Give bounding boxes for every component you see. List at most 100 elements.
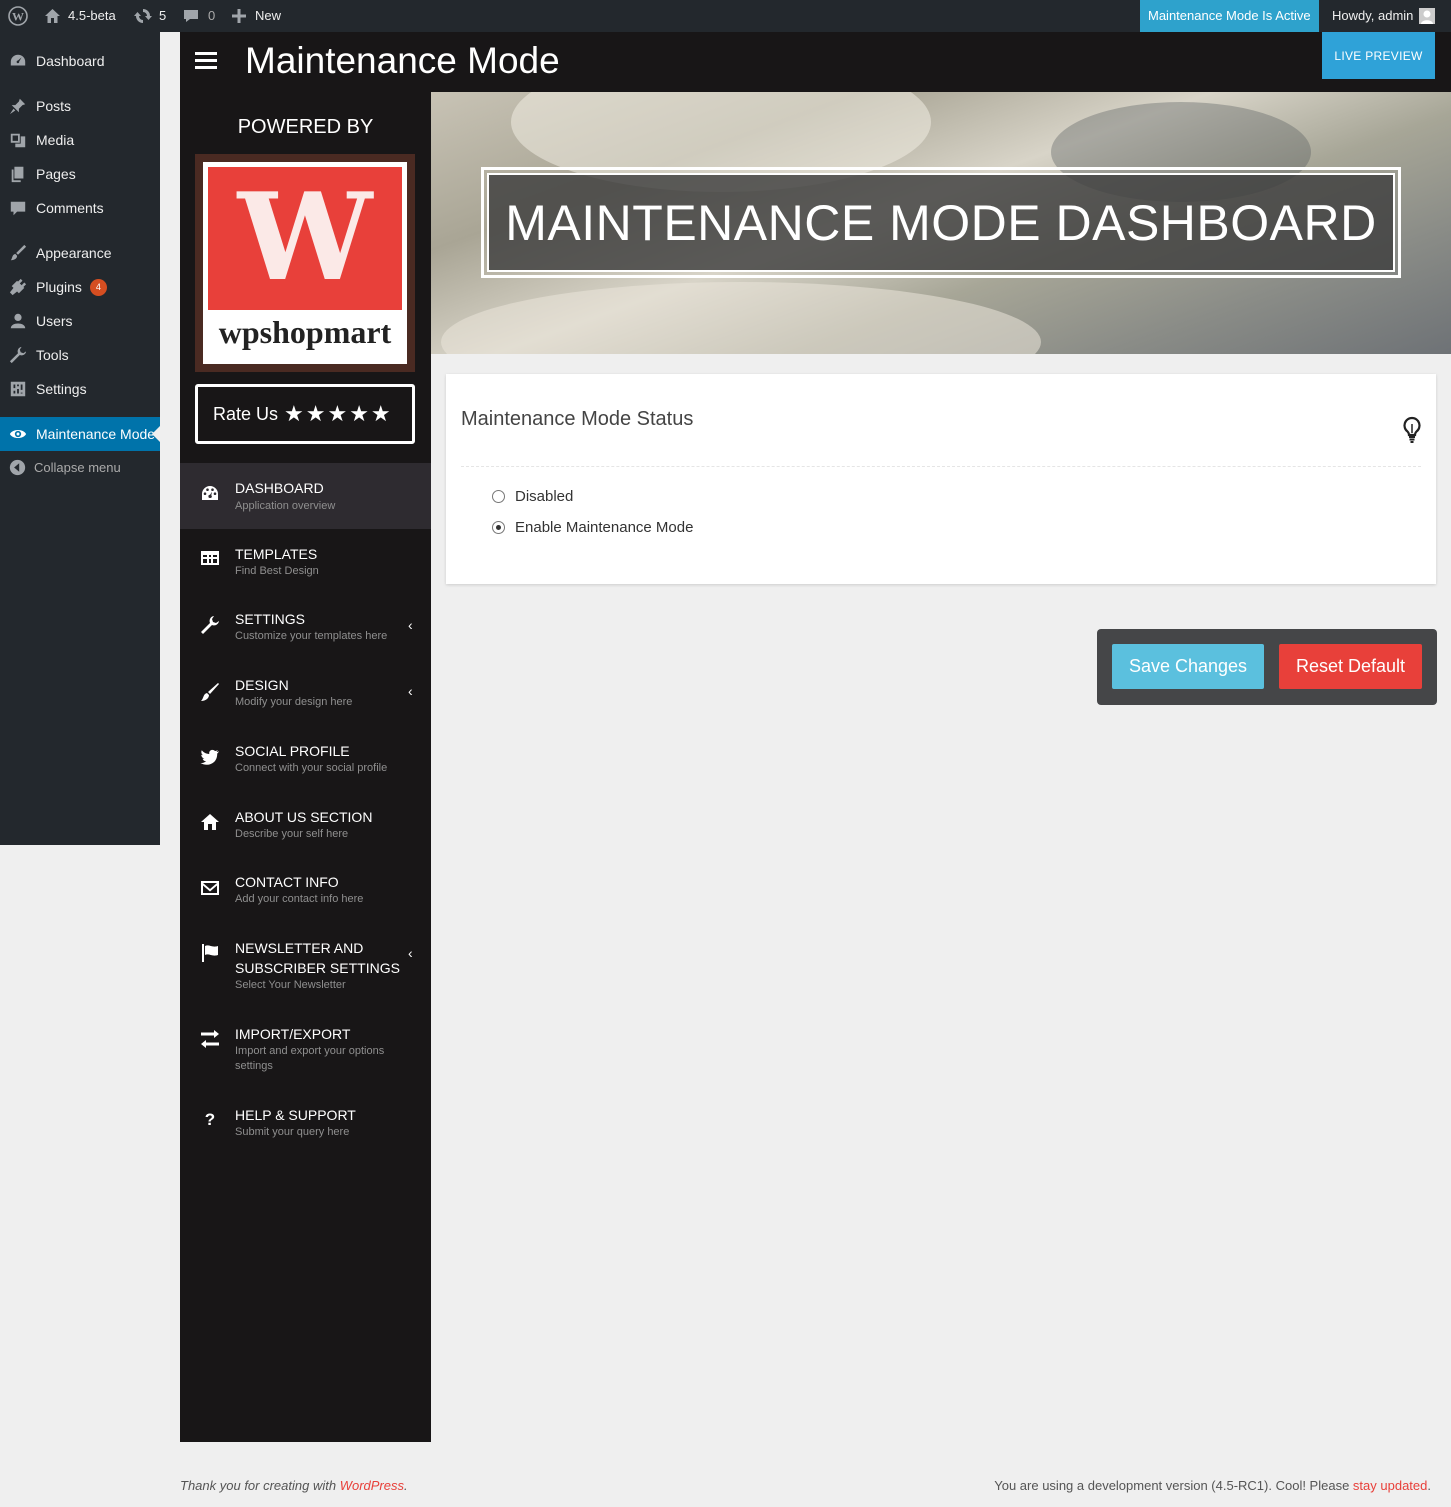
plugin-menu-title: CONTACT INFO xyxy=(235,874,339,890)
wp-menu-label: Pages xyxy=(36,166,76,182)
home-icon xyxy=(200,812,220,832)
wp-menu-label: Dashboard xyxy=(36,53,105,69)
plugin-menu-subtitle: Modify your design here xyxy=(235,696,353,708)
live-preview-button[interactable]: LIVE PREVIEW xyxy=(1322,32,1435,79)
footer-version-text: You are using a development version (4.5… xyxy=(994,1478,1353,1493)
wp-menu-label: Media xyxy=(36,132,75,148)
footer-version: You are using a development version (4.5… xyxy=(994,1478,1431,1493)
radio-button[interactable] xyxy=(492,490,505,503)
radio-label: Disabled xyxy=(515,488,574,505)
star-rating-icon: ★★★★★ xyxy=(284,401,393,426)
plugin-menu-subtitle: Describe your self here xyxy=(235,828,349,840)
plugin-menu-templates[interactable]: TEMPLATES Find Best Design xyxy=(180,529,431,595)
plugin-menu-title: SETTINGS xyxy=(235,611,306,627)
svg-text:W: W xyxy=(12,10,24,24)
hero-heading-box: MAINTENANCE MODE DASHBOARD xyxy=(481,167,1401,278)
rate-us-label: Rate Us xyxy=(213,403,279,424)
site-name-link[interactable]: 4.5-beta xyxy=(44,0,116,32)
wp-menu-item-media[interactable]: Media xyxy=(0,123,160,157)
wp-menu-label: Tools xyxy=(36,347,69,363)
wp-menu-item-dashboard[interactable]: Dashboard xyxy=(0,44,160,78)
plug-icon xyxy=(0,278,36,296)
radio-button-checked[interactable] xyxy=(492,521,505,534)
plugin-menu-title: IMPORT/EXPORT xyxy=(235,1026,351,1042)
wp-menu-item-tools[interactable]: Tools xyxy=(0,338,160,372)
twitter-icon xyxy=(200,747,220,767)
plugin-menu-subtitle: Find Best Design xyxy=(235,565,319,577)
plugin-header: Maintenance Mode LIVE PREVIEW xyxy=(180,32,1451,92)
wp-menu-label: Settings xyxy=(36,381,87,397)
collapse-menu-label: Collapse menu xyxy=(34,459,121,475)
logo-letter: W xyxy=(237,167,373,308)
wp-menu-item-comments[interactable]: Comments xyxy=(0,191,160,225)
plugin-menu-subtitle: Connect with your social profile xyxy=(235,762,388,774)
plugin-menu-subtitle: Select Your Newsletter xyxy=(235,979,346,991)
dashboard-icon xyxy=(0,52,36,70)
radio-enable-maintenance[interactable]: Enable Maintenance Mode xyxy=(492,519,693,536)
avatar xyxy=(1419,8,1436,24)
save-changes-button[interactable]: Save Changes xyxy=(1112,644,1264,689)
plugin-menu-subtitle: Import and export your options settings xyxy=(235,1045,385,1072)
new-content-link[interactable]: New xyxy=(232,0,281,32)
site-name-label: 4.5-beta xyxy=(68,8,116,23)
my-account-link[interactable]: Howdy, admin xyxy=(1332,0,1436,32)
wp-menu-item-maintenance-mode[interactable]: Maintenance Mode xyxy=(0,417,160,451)
question-icon: ? xyxy=(204,1110,216,1129)
plugin-menu-import-export[interactable]: IMPORT/EXPORT Import and export your opt… xyxy=(180,1011,431,1091)
wp-menu-item-appearance[interactable]: Appearance xyxy=(0,236,160,270)
wp-menu-item-pages[interactable]: Pages xyxy=(0,157,160,191)
plugin-menu-subtitle: Application overview xyxy=(235,500,336,512)
reset-default-button[interactable]: Reset Default xyxy=(1279,644,1422,689)
page-title: Maintenance Mode xyxy=(245,40,560,81)
chevron-left-icon: ‹ xyxy=(408,945,413,961)
wp-menu-label: Plugins xyxy=(36,279,82,295)
plugin-menu-design[interactable]: DESIGN Modify your design here ‹ xyxy=(180,661,431,727)
paintbrush-icon xyxy=(200,682,220,702)
plugin-menu-newsletter[interactable]: NEWSLETTER AND SUBSCRIBER SETTINGS Selec… xyxy=(180,925,431,1011)
radio-disabled[interactable]: Disabled xyxy=(492,488,573,505)
comments-count: 0 xyxy=(208,8,216,23)
comments-link[interactable]: 0 xyxy=(183,0,215,32)
updates-link[interactable]: 5 xyxy=(134,0,166,32)
grid-icon xyxy=(200,548,220,568)
stay-updated-link[interactable]: stay updated xyxy=(1353,1478,1427,1493)
wpshopmart-logo[interactable]: W wpshopmart xyxy=(195,154,415,372)
footer-thankyou-text: Thank you for creating with xyxy=(180,1478,340,1493)
hamburger-menu-icon[interactable] xyxy=(195,52,217,70)
plugin-menu-social-profile[interactable]: SOCIAL PROFILE Connect with your social … xyxy=(180,727,431,793)
wp-menu-label: Comments xyxy=(36,200,104,216)
plugin-menu-dashboard[interactable]: DASHBOARD Application overview xyxy=(180,463,431,529)
powered-by-label: POWERED BY xyxy=(237,116,374,138)
lightbulb-icon[interactable] xyxy=(1402,416,1422,444)
wp-menu-item-plugins[interactable]: Plugins 4 xyxy=(0,270,160,304)
wp-menu-label: Maintenance Mode xyxy=(36,426,156,442)
new-label: New xyxy=(255,8,282,23)
wp-admin-bar: W 4.5-beta 5 0 New Maintenance Mode Is A… xyxy=(0,0,1451,32)
wordpress-logo-icon[interactable]: W xyxy=(8,0,28,32)
rate-us-button[interactable]: Rate Us ★★★★★ xyxy=(195,384,415,444)
plugins-update-badge: 4 xyxy=(89,278,107,296)
envelope-icon xyxy=(200,878,220,898)
plugin-menu-help-support[interactable]: ? HELP & SUPPORT Submit your query here xyxy=(180,1091,431,1157)
footer-punctuation: . xyxy=(404,1478,408,1493)
wp-menu-item-users[interactable]: Users xyxy=(0,304,160,338)
home-icon xyxy=(44,8,61,24)
brush-icon xyxy=(0,244,36,262)
maintenance-status-indicator[interactable]: Maintenance Mode Is Active xyxy=(1140,0,1319,32)
wp-menu-item-posts[interactable]: Posts xyxy=(0,89,160,123)
action-buttons-bar: Save Changes Reset Default xyxy=(1097,629,1437,705)
plugin-menu-title: NEWSLETTER AND SUBSCRIBER SETTINGS xyxy=(235,940,400,976)
settings-icon xyxy=(0,380,36,398)
wp-menu-label: Users xyxy=(36,313,73,329)
eye-icon xyxy=(0,425,36,443)
plugin-menu-about-us[interactable]: ABOUT US SECTION Describe your self here xyxy=(180,793,431,859)
plugin-menu-title: ABOUT US SECTION xyxy=(235,809,373,825)
divider xyxy=(461,466,1421,467)
chevron-left-icon: ‹ xyxy=(408,617,413,633)
plugin-menu-settings[interactable]: SETTINGS Customize your templates here ‹ xyxy=(180,595,431,661)
wp-menu-item-settings[interactable]: Settings xyxy=(0,372,160,406)
plugin-menu-contact-info[interactable]: CONTACT INFO Add your contact info here xyxy=(180,859,431,925)
comment-icon xyxy=(183,8,199,24)
collapse-menu-button[interactable]: Collapse menu xyxy=(0,450,160,484)
wordpress-link[interactable]: WordPress xyxy=(340,1478,404,1493)
